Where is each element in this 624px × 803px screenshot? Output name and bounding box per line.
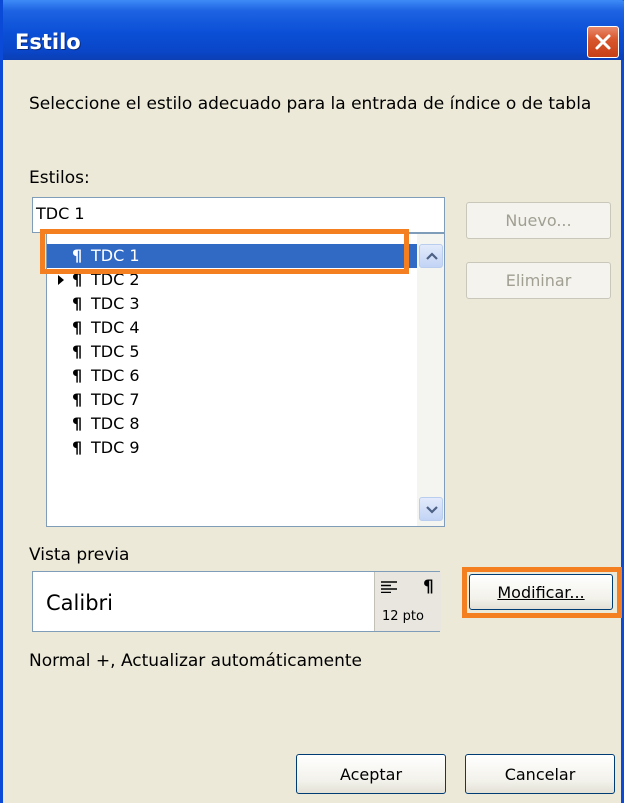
- list-item[interactable]: ¶ TDC 6: [47, 364, 419, 388]
- align-left-icon: [381, 581, 397, 593]
- current-marker-icon: [58, 275, 64, 285]
- scroll-up-button[interactable]: [419, 244, 443, 268]
- ok-button[interactable]: Aceptar: [296, 754, 446, 794]
- dialog-title: Estilo: [15, 30, 81, 54]
- cancel-button[interactable]: Cancelar: [465, 754, 615, 794]
- style-name-input[interactable]: TDC 1: [32, 197, 445, 233]
- close-icon: [595, 34, 611, 50]
- paragraph-mark: ¶: [423, 577, 434, 597]
- selection-highlight-frame: [40, 229, 409, 274]
- preview-font-name: Calibri: [46, 591, 113, 615]
- list-item[interactable]: ¶ TDC 8: [47, 412, 419, 436]
- preview-label: Vista previa: [29, 545, 130, 565]
- list-scrollbar[interactable]: [417, 234, 444, 526]
- style-dialog: Estilo Seleccione el estilo adecuado par…: [0, 0, 624, 803]
- style-preview: Calibri ¶ 12 pto: [32, 571, 441, 632]
- new-button[interactable]: Nuevo...: [466, 202, 611, 239]
- list-item[interactable]: ¶ TDC 7: [47, 388, 419, 412]
- title-bar[interactable]: Estilo: [3, 0, 624, 60]
- close-button[interactable]: [587, 26, 619, 58]
- preview-font-size: 12 pto: [382, 609, 424, 624]
- delete-button[interactable]: Eliminar: [466, 262, 611, 299]
- modify-button[interactable]: Modificar...: [469, 574, 613, 610]
- list-item[interactable]: ¶ TDC 9: [47, 436, 419, 460]
- scroll-down-button[interactable]: [419, 497, 443, 521]
- chevron-up-icon: [426, 252, 438, 260]
- chevron-down-icon: [426, 506, 438, 514]
- list-item[interactable]: ¶ TDC 4: [47, 316, 419, 340]
- instruction-text: Seleccione el estilo adecuado para la en…: [29, 94, 592, 114]
- list-item[interactable]: ¶ TDC 5: [47, 340, 419, 364]
- preview-format-panel: ¶ 12 pto: [374, 572, 441, 631]
- style-description: Normal +, Actualizar automáticamente: [29, 651, 362, 671]
- styles-list[interactable]: ¶ TDC 1 ¶ TDC 2 ¶ TDC 3 ¶ TDC 4 ¶ TDC 5 …: [46, 233, 445, 527]
- list-item[interactable]: ¶ TDC 3: [47, 292, 419, 316]
- styles-label: Estilos:: [29, 168, 90, 188]
